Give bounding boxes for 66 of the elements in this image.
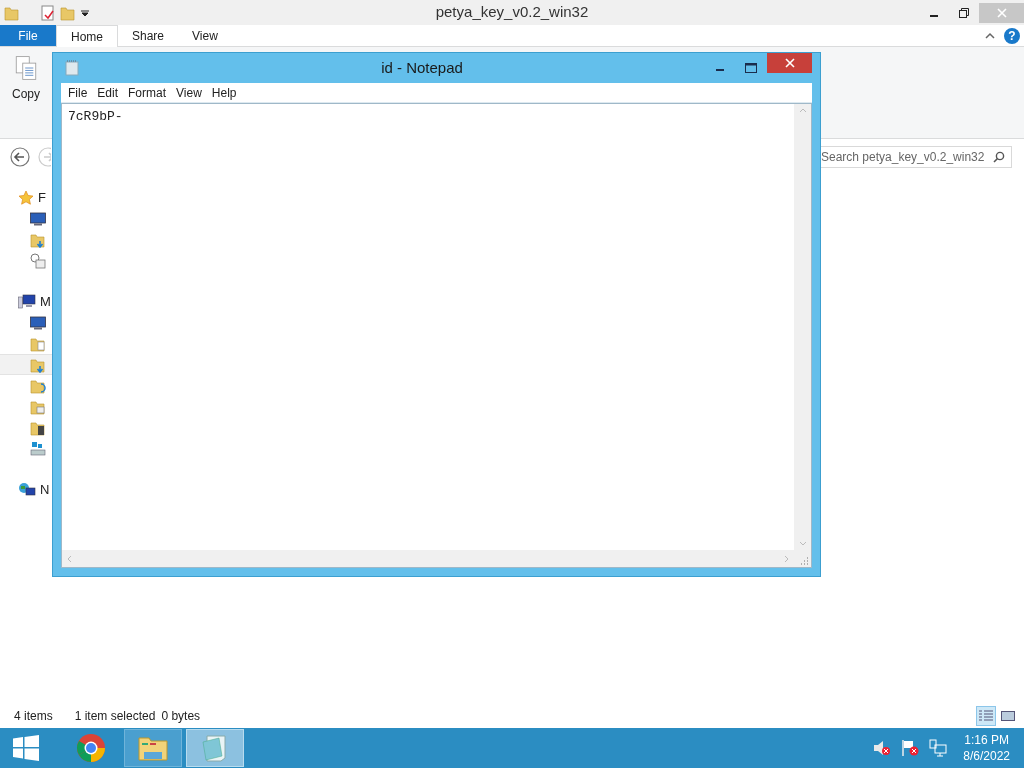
collapse-ribbon-icon[interactable] <box>984 30 996 41</box>
drive-icon <box>30 440 46 457</box>
muted-speaker-icon[interactable] <box>873 740 892 756</box>
taskbar-app-button[interactable] <box>124 729 182 767</box>
menu-item[interactable]: Help <box>206 83 242 102</box>
windows-logo-icon <box>13 735 39 761</box>
folder-icon <box>30 377 46 394</box>
maximize-icon[interactable] <box>745 63 757 73</box>
folder-icon <box>30 398 46 415</box>
network-icon[interactable] <box>929 739 948 757</box>
file-tab[interactable]: File <box>0 25 56 46</box>
close-icon <box>784 58 795 68</box>
folder-icon <box>30 335 46 352</box>
folder-icon <box>30 356 46 373</box>
notepad-icon <box>201 734 229 762</box>
monitor-icon <box>30 211 46 226</box>
ribbon-tab[interactable]: Share <box>118 25 179 46</box>
details-icon <box>979 710 993 722</box>
status-text: 1 item selected <box>74 708 156 725</box>
close-button[interactable] <box>767 53 812 73</box>
ribbon-tab[interactable]: Home <box>56 25 118 47</box>
nav-section-label[interactable]: F <box>38 187 46 208</box>
scroll-right-icon <box>784 554 790 563</box>
search-icon <box>993 151 1005 163</box>
taskbar-app-button[interactable] <box>186 729 244 767</box>
notepad-icon <box>65 60 79 76</box>
folder-icon <box>138 735 168 761</box>
folder-icon <box>30 419 46 436</box>
computer-icon <box>18 293 36 310</box>
chrome-icon <box>76 733 106 763</box>
back-icon[interactable] <box>10 147 30 167</box>
close-icon <box>996 7 1007 18</box>
ribbon-tab[interactable]: View <box>178 25 232 46</box>
folder-icon <box>30 231 46 248</box>
nav-section-label[interactable]: M <box>40 291 51 312</box>
search-field[interactable]: Search petya_key_v0.2_win32 <box>818 146 1012 168</box>
menu-item[interactable]: View <box>171 83 207 102</box>
help-button[interactable]: ? <box>1004 27 1020 44</box>
monitor-icon <box>30 315 46 330</box>
nav-section-label[interactable]: N <box>40 479 50 500</box>
network-icon <box>18 481 36 498</box>
star-icon <box>18 189 34 206</box>
properties-icon <box>40 4 56 21</box>
scroll-left-icon <box>66 554 72 563</box>
flag-error-icon[interactable] <box>901 739 920 757</box>
menu-item[interactable]: Edit <box>92 83 124 102</box>
forward-icon[interactable] <box>38 147 51 167</box>
menu-item[interactable]: File <box>63 83 93 102</box>
recent-places-icon <box>30 252 46 269</box>
folder-icon <box>4 4 20 21</box>
window-title: id - Notepad <box>380 57 464 78</box>
folder-icon <box>60 4 76 21</box>
restore-icon[interactable] <box>959 7 969 18</box>
dropdown-icon[interactable] <box>80 7 90 18</box>
window-title: petya_key_v0.2_win32 <box>434 2 590 23</box>
scroll-up-icon <box>798 107 807 113</box>
vertical-scrollbar[interactable] <box>794 104 811 550</box>
close-button[interactable] <box>979 2 1024 23</box>
clock[interactable]: 1:16 PM 8/6/2022 <box>963 732 1010 764</box>
status-text: 0 bytes <box>161 708 201 725</box>
scroll-down-icon <box>798 541 807 547</box>
copy-button[interactable]: Copy <box>8 55 44 103</box>
large-icons-icon <box>1001 710 1015 722</box>
menu-item[interactable]: Format <box>123 83 172 102</box>
horizontal-scrollbar[interactable] <box>62 550 794 567</box>
status-text: 4 items <box>14 708 53 725</box>
